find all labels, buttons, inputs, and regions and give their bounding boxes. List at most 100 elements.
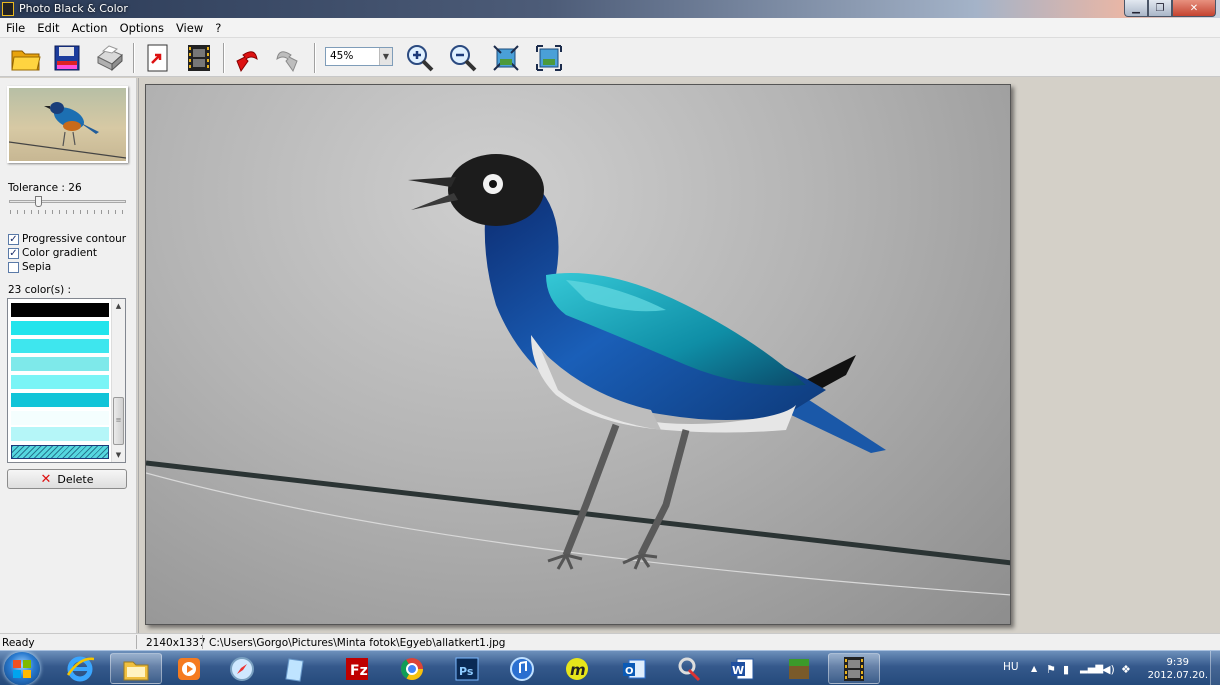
taskbar: Fz Ps m O W HU ▲ ⚑ ▮ ▂▄▆ ◀) ❖ 9:39 2012.… — [0, 650, 1220, 685]
film-icon[interactable] — [183, 42, 215, 74]
image-thumbnail[interactable] — [7, 86, 128, 163]
color-list-scrollbar[interactable]: ▲ ≡ ▼ — [111, 299, 125, 462]
show-hidden-icons-icon[interactable]: ▲ — [1031, 664, 1037, 673]
svg-text:m: m — [570, 661, 586, 679]
language-indicator[interactable]: HU — [1003, 661, 1019, 673]
status-file-path: C:\Users\Gorgo\Pictures\Minta fotok\Egye… — [209, 637, 506, 649]
redo-icon[interactable] — [271, 42, 303, 74]
clock[interactable]: 9:39 2012.07.20. — [1148, 656, 1208, 682]
system-tray: HU ▲ ⚑ ▮ ▂▄▆ ◀) ❖ 9:39 2012.07.20. — [980, 651, 1220, 685]
taskbar-file-explorer-icon[interactable] — [110, 653, 162, 684]
svg-text:Fz: Fz — [350, 663, 368, 679]
progressive-contour-checkbox[interactable]: ✓ Progressive contour — [8, 233, 126, 245]
window-title: Photo Black & Color — [19, 2, 128, 15]
tolerance-slider-ticks — [10, 210, 126, 214]
taskbar-word-icon[interactable]: W — [716, 653, 768, 684]
color-gradient-checkbox[interactable]: ✓ Color gradient — [8, 247, 97, 259]
taskbar-media-player-icon[interactable] — [163, 653, 215, 684]
delete-x-icon: ✕ — [40, 471, 52, 487]
svg-text:O: O — [625, 666, 634, 677]
checkbox-label: Progressive contour — [22, 233, 127, 245]
color-swatch[interactable] — [11, 375, 109, 389]
toolbar-separator — [133, 43, 135, 73]
checkbox-label: Color gradient — [22, 247, 97, 259]
scroll-up-icon[interactable]: ▲ — [112, 299, 125, 313]
color-swatch[interactable] — [11, 339, 109, 353]
color-swatch[interactable] — [11, 321, 109, 335]
taskbar-snipping-icon[interactable] — [663, 653, 715, 684]
title-bar: Photo Black & Color ▁ ❐ ✕ — [0, 0, 1220, 18]
status-divider — [136, 635, 137, 649]
tolerance-slider-thumb[interactable] — [35, 196, 42, 207]
show-desktop-button[interactable] — [1210, 651, 1220, 685]
taskbar-filezilla-icon[interactable]: Fz — [331, 653, 383, 684]
clock-time: 9:39 — [1166, 657, 1190, 668]
taskbar-internet-explorer-icon[interactable] — [54, 653, 106, 684]
menu-file[interactable]: File — [6, 21, 25, 35]
taskbar-chrome-icon[interactable] — [386, 653, 438, 684]
left-panel: Tolerance : 26 ✓ Progressive contour ✓ C… — [0, 78, 137, 633]
menu-help[interactable]: ? — [215, 21, 221, 35]
zoom-out-icon[interactable] — [447, 42, 479, 74]
delete-button[interactable]: ✕ Delete — [7, 469, 127, 489]
action-center-flag-icon[interactable]: ⚑ — [1046, 663, 1056, 676]
volume-icon[interactable]: ◀) — [1102, 663, 1115, 676]
toolbar-separator — [223, 43, 225, 73]
checkbox-box[interactable] — [8, 261, 19, 273]
taskbar-safari-icon[interactable] — [216, 653, 268, 684]
tolerance-label: Tolerance : 26 — [8, 182, 82, 194]
color-swatch[interactable] — [11, 411, 109, 425]
taskbar-photo-black-color-icon[interactable] — [828, 653, 880, 684]
dropbox-icon[interactable]: ❖ — [1121, 663, 1131, 676]
fit-window-icon[interactable] — [490, 42, 522, 74]
taskbar-messenger-icon[interactable]: m — [551, 653, 603, 684]
scroll-down-icon[interactable]: ▼ — [112, 448, 125, 462]
windows-logo-icon — [13, 659, 31, 678]
tolerance-slider-track[interactable] — [9, 200, 126, 203]
svg-text:Ps: Ps — [459, 665, 474, 678]
checkbox-box[interactable]: ✓ — [8, 247, 19, 259]
colors-count-label: 23 color(s) : — [8, 284, 72, 296]
zoom-in-icon[interactable] — [404, 42, 436, 74]
svg-text:W: W — [732, 664, 744, 677]
taskbar-photoshop-icon[interactable]: Ps — [441, 653, 493, 684]
open-folder-icon[interactable] — [10, 42, 42, 74]
taskbar-itunes-icon[interactable] — [496, 653, 548, 684]
undo-icon[interactable] — [231, 42, 263, 74]
checkbox-box[interactable]: ✓ — [8, 233, 19, 245]
close-button[interactable]: ✕ — [1172, 0, 1216, 17]
color-swatch[interactable] — [11, 357, 109, 371]
status-divider — [202, 635, 203, 649]
zoom-select[interactable]: 45% ▼ — [325, 47, 393, 66]
color-swatch[interactable] — [11, 427, 109, 441]
save-icon[interactable] — [51, 42, 83, 74]
photo-preview[interactable] — [145, 84, 1011, 625]
maximize-button[interactable]: ❐ — [1148, 0, 1172, 17]
color-list[interactable]: ▲ ≡ ▼ — [7, 298, 126, 463]
taskbar-minecraft-icon[interactable] — [773, 653, 825, 684]
menu-options[interactable]: Options — [120, 21, 164, 35]
app-icon — [2, 2, 14, 16]
minimize-button[interactable]: ▁ — [1124, 0, 1148, 17]
window-controls: ▁ ❐ ✕ — [1124, 0, 1216, 17]
actual-size-icon[interactable] — [533, 42, 565, 74]
clock-date: 2012.07.20. — [1147, 670, 1208, 681]
network-signal-icon[interactable]: ▂▄▆ — [1080, 663, 1103, 674]
status-bar: Ready 2140x1337 C:\Users\Gorgo\Pictures\… — [0, 633, 1220, 650]
scrollbar-thumb[interactable]: ≡ — [113, 397, 124, 445]
start-button[interactable] — [4, 652, 40, 685]
export-page-icon[interactable] — [141, 42, 173, 74]
taskbar-outlook-icon[interactable]: O — [608, 653, 660, 684]
taskbar-clipboard-icon[interactable] — [271, 653, 323, 684]
checkbox-label: Sepia — [22, 261, 52, 273]
menu-edit[interactable]: Edit — [37, 21, 59, 35]
sepia-checkbox[interactable]: Sepia — [8, 261, 51, 273]
chevron-down-icon[interactable]: ▼ — [379, 48, 392, 65]
menu-action[interactable]: Action — [72, 21, 108, 35]
menu-view[interactable]: View — [176, 21, 203, 35]
power-icon[interactable]: ▮ — [1063, 663, 1069, 676]
color-swatch[interactable] — [11, 303, 109, 317]
print-icon[interactable] — [93, 42, 125, 74]
color-swatch-selected[interactable] — [11, 445, 109, 459]
color-swatch[interactable] — [11, 393, 109, 407]
